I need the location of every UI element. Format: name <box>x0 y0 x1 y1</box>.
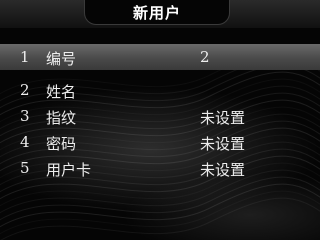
menu-item-label: 密码 <box>46 135 77 153</box>
new-user-screen: 新用户 1 编号 2 2 姓名 3 指纹 未设置 4 密码 未设置 5 用户卡 … <box>0 0 320 240</box>
menu-item-number: 2 <box>20 81 30 99</box>
menu-item-number: 5 <box>20 159 30 177</box>
menu-item-label: 编号 <box>46 50 77 68</box>
menu-item-label: 姓名 <box>46 83 77 101</box>
menu-item-name[interactable]: 2 姓名 <box>0 77 320 103</box>
title-bar: 新用户 <box>0 0 320 28</box>
menu-item-label: 用户卡 <box>46 161 92 179</box>
menu-item-user-card[interactable]: 5 用户卡 未设置 <box>0 155 320 181</box>
menu-item-value: 2 <box>200 48 210 66</box>
menu-item-password[interactable]: 4 密码 未设置 <box>0 129 320 155</box>
menu-item-value: 未设置 <box>200 109 246 127</box>
menu-item-fingerprint[interactable]: 3 指纹 未设置 <box>0 103 320 129</box>
page-title: 新用户 <box>84 0 230 25</box>
menu-item-number: 4 <box>20 133 30 151</box>
menu-item-number: 1 <box>20 48 30 66</box>
menu-item-label: 指纹 <box>46 109 77 127</box>
menu-item-number: 3 <box>20 107 30 125</box>
menu-list: 1 编号 2 2 姓名 3 指纹 未设置 4 密码 未设置 5 用户卡 未设置 <box>0 44 320 181</box>
menu-item-value: 未设置 <box>200 135 246 153</box>
menu-item-value: 未设置 <box>200 161 246 179</box>
menu-item-id[interactable]: 1 编号 2 <box>0 44 320 70</box>
